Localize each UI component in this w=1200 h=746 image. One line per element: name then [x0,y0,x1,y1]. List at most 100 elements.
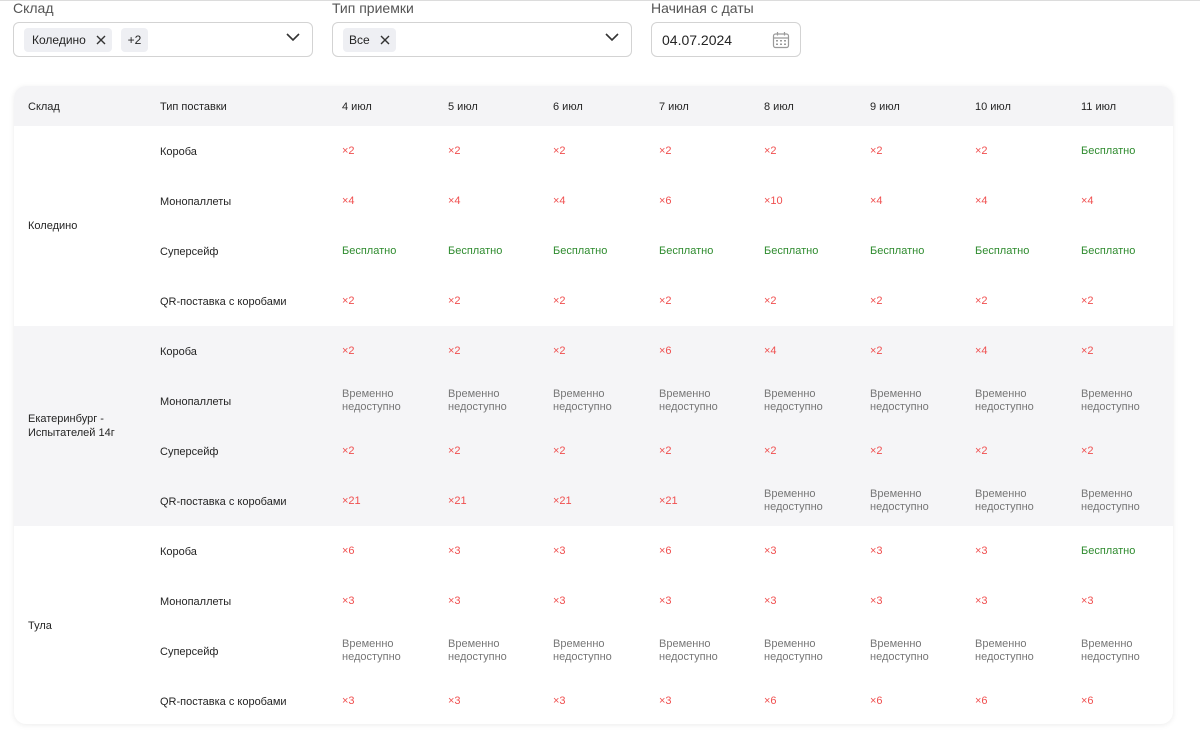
table-row: Суперсейф ×2 ×2 ×2 ×2 ×2 ×2 ×2 ×2 [14,426,1173,476]
coefficient-cell: ×2 [764,145,777,157]
close-icon[interactable] [96,35,106,45]
column-header-date: 11 июл [1081,101,1117,113]
coefficient-cell: ×3 [448,695,461,707]
warehouse-chip-label: Коледино [32,33,86,47]
free-cell: Бесплатно [1081,545,1136,557]
coefficient-cell: ×21 [553,495,572,507]
coefficient-cell: ×3 [975,545,988,557]
unavailable-cell: Временно недоступно [553,638,612,663]
column-header-date: 8 июл [764,101,794,113]
unavailable-cell: Временно недоступно [1081,638,1140,663]
column-header-supply-type: Тип поставки [160,101,227,113]
table-row: Монопаллеты ×3 ×3 ×3 ×3 ×3 ×3 ×3 ×3 [14,576,1173,626]
coefficient-cell: ×3 [342,595,355,607]
coefficient-cell: ×2 [659,145,672,157]
unavailable-cell: Временно недоступно [342,388,401,413]
chevron-down-icon[interactable] [605,33,619,42]
coefficient-cell: ×4 [342,195,355,207]
coefficient-cell: ×3 [448,545,461,557]
coefficient-cell: ×2 [448,345,461,357]
coefficient-cell: ×6 [659,345,672,357]
coefficient-cell: ×4 [975,195,988,207]
table-row: QR-поставка с коробами ×2 ×2 ×2 ×2 ×2 ×2 ×2 ×2 [14,276,1173,326]
unavailable-cell: Временно недоступно [870,388,929,413]
coefficient-cell: ×3 [448,595,461,607]
coefficient-cell: ×3 [764,545,777,557]
table-row: Монопаллеты Временно недоступно Временно н… [14,376,1173,426]
table-row: Суперсейф Бесплатно Бесплатно Бесплатно Бесп… [14,226,1173,276]
table-row: Короба ×2 ×2 ×2 ×2 ×2 ×2 ×2 Бесплатно [14,126,1173,176]
warehouse-group: Коледино Короба ×2 ×2 ×2 ×2 ×2 ×2 ×2 Бесплатно Мон… [14,126,1173,326]
coefficient-cell: ×2 [448,445,461,457]
coefficient-cell: ×2 [553,145,566,157]
coefficient-cell: ×4 [764,345,777,357]
column-header-date: 4 июл [342,101,372,113]
coefficient-cell: ×4 [553,195,566,207]
warehouse-more-count: +2 [127,33,142,47]
column-header-warehouse: Склад [28,101,60,113]
column-header-date: 7 июл [659,101,689,113]
coefficient-cell: ×2 [342,345,355,357]
free-cell: Бесплатно [1081,245,1136,257]
free-cell: Бесплатно [553,245,608,257]
warehouse-more-chip[interactable]: +2 [121,28,148,52]
supply-type-label: Короба [160,546,197,558]
coefficient-cell: ×3 [659,595,672,607]
free-cell: Бесплатно [1081,145,1136,157]
free-cell: Бесплатно [870,245,925,257]
coefficient-cell: ×2 [870,295,883,307]
coefficient-cell: ×2 [1081,445,1094,457]
coefficient-cell: ×2 [1081,345,1094,357]
coefficient-cell: ×21 [659,495,678,507]
unavailable-cell: Временно недоступно [659,388,718,413]
coefficient-cell: ×2 [870,345,883,357]
coefficient-cell: ×2 [975,445,988,457]
unavailable-cell: Временно недоступно [448,638,507,663]
column-header-date: 5 июл [448,101,478,113]
start-date-field[interactable] [651,22,801,57]
table-row: QR-поставка с коробами ×3 ×3 ×3 ×3 ×6 ×6 ×6 ×6 [14,676,1173,724]
coefficient-cell: ×3 [1081,595,1094,607]
coefficient-cell: ×6 [659,545,672,557]
coefficient-cell: ×2 [870,145,883,157]
supply-type-label: Суперсейф [160,246,219,258]
supply-type-label: Короба [160,146,197,158]
table-row: Монопаллеты ×4 ×4 ×4 ×6 ×10 ×4 ×4 ×4 [14,176,1173,226]
close-icon[interactable] [380,35,390,45]
unavailable-cell: Временно недоступно [870,488,929,513]
unavailable-cell: Временно недоступно [975,638,1034,663]
calendar-icon[interactable] [772,31,790,49]
coefficient-cell: ×6 [975,695,988,707]
supply-type-label: Монопаллеты [160,596,232,608]
acceptance-type-select[interactable]: Все [332,22,632,57]
coefficient-cell: ×4 [870,195,883,207]
warehouse-group: Екатеринбург - Испытателей 14г Короба ×2 ×2… [14,326,1173,526]
start-date-input[interactable] [662,32,762,48]
coefficient-cell: ×3 [764,595,777,607]
column-header-date: 6 июл [553,101,583,113]
supply-type-label: Короба [160,346,197,358]
warehouse-select[interactable]: Коледино +2 [13,22,313,57]
column-header-date: 9 июл [870,101,900,113]
column-header-date: 10 июл [975,101,1011,113]
unavailable-cell: Временно недоступно [553,388,612,413]
free-cell: Бесплатно [659,245,714,257]
table-header: Склад Тип поставки 4 июл 5 июл 6 июл 7 июл 8… [14,86,1173,126]
chevron-down-icon[interactable] [286,33,300,42]
coefficient-cell: ×6 [870,695,883,707]
coefficient-cell: ×3 [342,695,355,707]
acceptance-coefficients-table: Склад Тип поставки 4 июл 5 июл 6 июл 7 июл 8… [14,86,1173,724]
unavailable-cell: Временно недоступно [1081,388,1140,413]
warehouse-filter-label: Склад [13,0,54,16]
unavailable-cell: Временно недоступно [764,388,823,413]
start-date-filter-label: Начиная с даты [651,0,754,16]
coefficient-cell: ×2 [764,445,777,457]
coefficient-cell: ×2 [975,295,988,307]
free-cell: Бесплатно [975,245,1030,257]
supply-type-label: QR-поставка с коробами [160,696,287,708]
unavailable-cell: Временно недоступно [448,388,507,413]
coefficient-cell: ×10 [764,195,783,207]
supply-type-label: QR-поставка с коробами [160,496,287,508]
supply-type-label: Монопаллеты [160,196,232,208]
warehouse-group: Тула Короба ×6 ×3 ×3 ×6 ×3 ×3 ×3 Бесплатно Монопал… [14,526,1173,724]
